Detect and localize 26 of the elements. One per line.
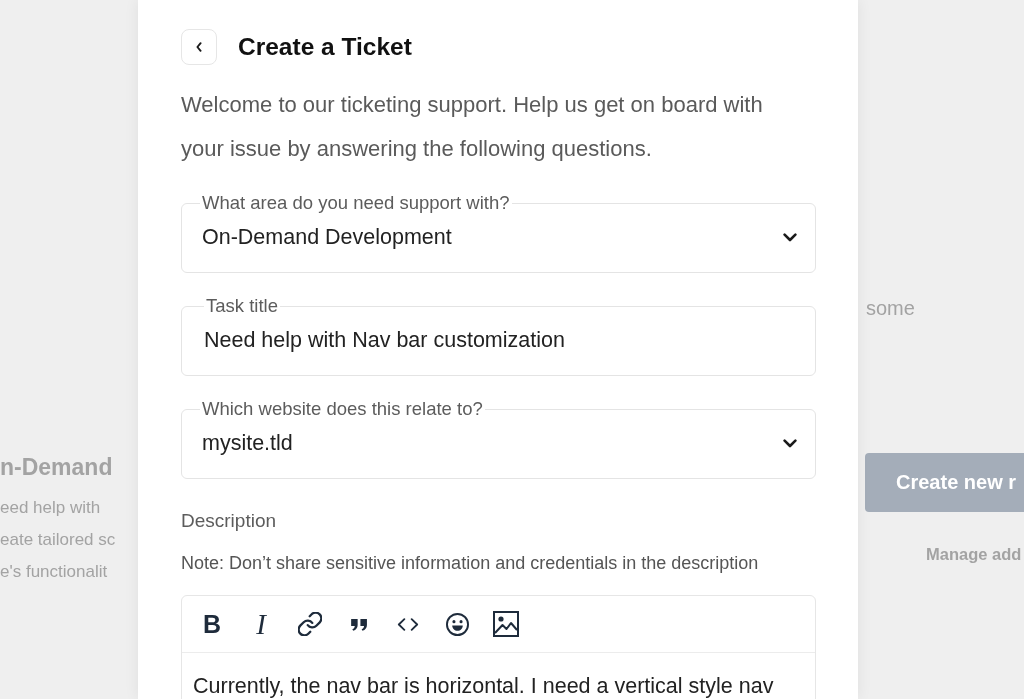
chevron-left-icon — [196, 42, 202, 52]
note-text: Note: Don’t share sensitive information and credentials in the description — [181, 553, 759, 573]
bold-button[interactable]: B — [202, 610, 222, 638]
code-icon[interactable] — [397, 617, 419, 631]
page-text: eate tailored sc — [0, 530, 116, 550]
link-icon[interactable] — [298, 612, 322, 636]
italic-button[interactable]: I — [256, 610, 266, 638]
dropdown-field[interactable]: What area do you need support with? On-Demand Development — [181, 193, 816, 273]
smiley-icon[interactable] — [445, 612, 469, 636]
dropdown-field[interactable]: Which website does this relate to? mysite.tld — [181, 399, 816, 479]
page-heading: n-Demand — [0, 453, 113, 481]
field-label: What area do you need support with? — [201, 193, 511, 213]
input-field[interactable]: Task title Need help with Nav bar customization — [181, 296, 816, 376]
page-text: eed help with — [0, 498, 101, 518]
field-label: Which website does this relate to? — [201, 399, 484, 419]
page-text: e's functionalit — [0, 562, 108, 582]
page-text: some — [866, 296, 915, 320]
field-label: Task title — [205, 296, 279, 316]
chevron-down-icon — [783, 438, 797, 448]
quote-icon[interactable] — [349, 617, 369, 631]
dialog-title: Create a Ticket — [238, 32, 412, 62]
chevron-down-icon — [783, 232, 797, 242]
intro-text: Welcome to our ticketing support. Help us get on board with your issue by answering the following questions. — [181, 91, 764, 163]
description-label: Description — [181, 510, 277, 532]
editor-text: Currently, the nav bar is horizontal. I need a vertical style nav — [192, 673, 775, 699]
image-icon[interactable] — [493, 611, 519, 637]
